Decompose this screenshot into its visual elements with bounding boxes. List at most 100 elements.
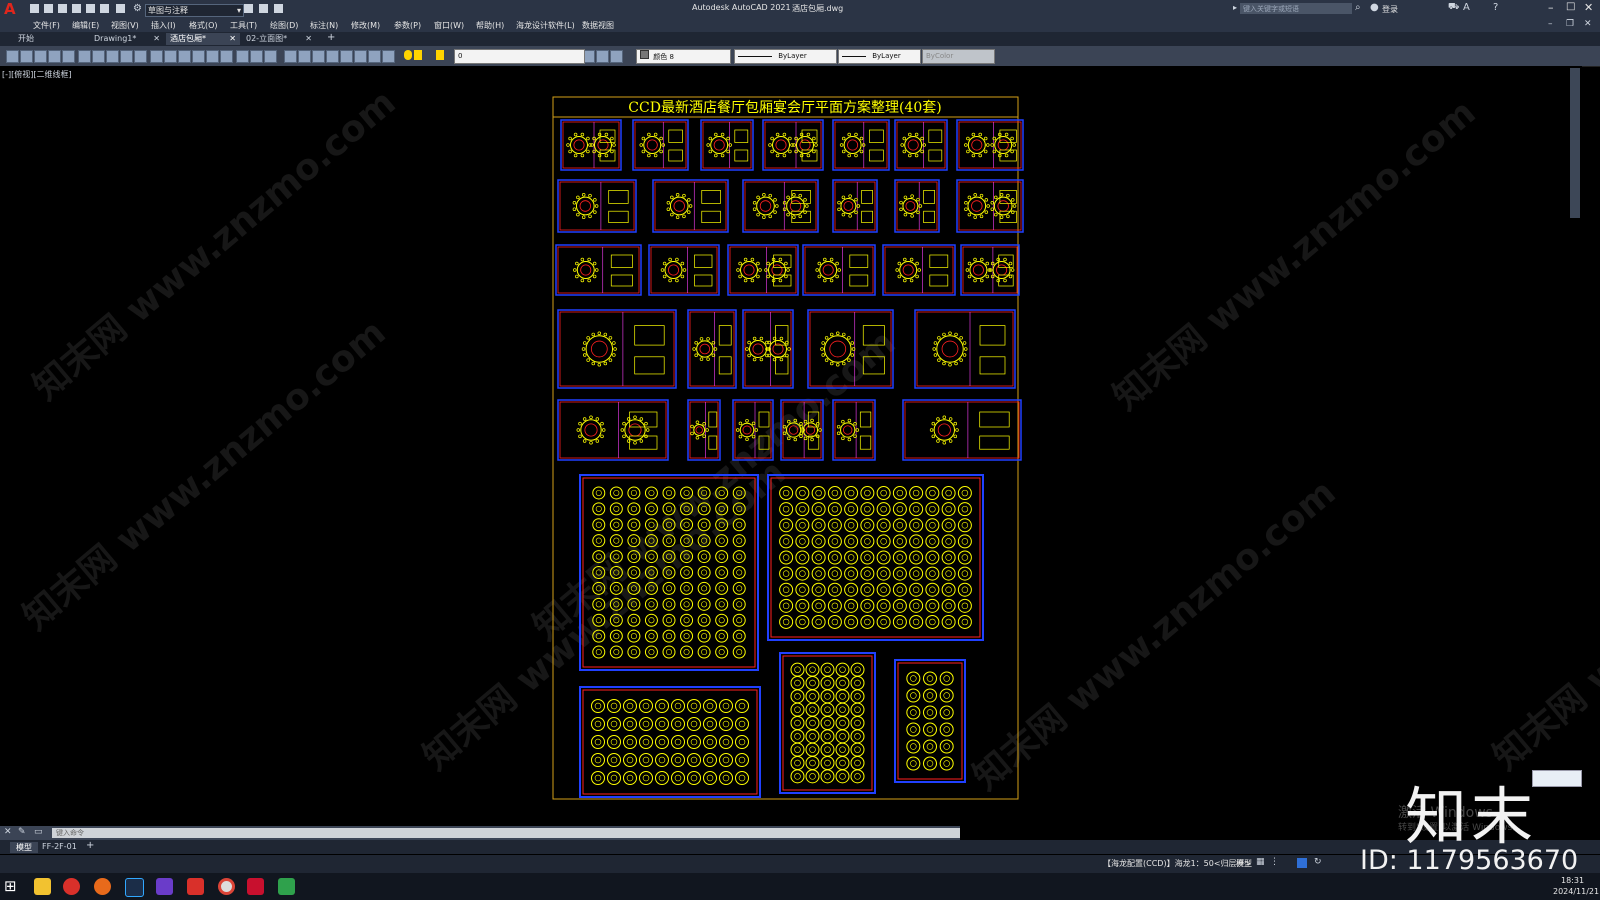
wps-icon[interactable] [63, 878, 80, 895]
quick-access-publish-icon[interactable] [259, 4, 268, 13]
toolbar-tool-icon[interactable] [120, 50, 133, 63]
toolbar-tool-icon[interactable] [150, 50, 163, 63]
grid-icon[interactable]: ▦ [1256, 857, 1265, 867]
toolbar-tool-icon[interactable] [92, 50, 105, 63]
new-tab-button[interactable]: + [327, 32, 335, 43]
toolbar-tool-icon[interactable] [610, 50, 623, 63]
snap-icon[interactable]: ⋮ [1270, 857, 1279, 867]
toolbar-tool-icon[interactable] [6, 50, 19, 63]
toolbar-tool-icon[interactable] [250, 50, 263, 63]
viewport-controls[interactable]: [-][俯视][二维线框] [2, 69, 72, 80]
toolbar-tool-icon[interactable] [220, 50, 233, 63]
quick-access-undo-icon[interactable] [100, 4, 109, 13]
search-expand-icon[interactable]: ▸ [1233, 3, 1237, 12]
new-layout-button[interactable]: + [86, 840, 94, 851]
toolbar-tool-icon[interactable] [298, 50, 311, 63]
chrome-icon[interactable] [218, 878, 235, 895]
linetype-select[interactable]: ByLayer [734, 49, 837, 64]
photoshop-icon[interactable] [125, 878, 144, 897]
command-history-icon[interactable]: ▭ [34, 827, 43, 837]
menu-item-parametric[interactable]: 参数(P) [394, 20, 421, 31]
app-icon[interactable] [156, 878, 173, 895]
polar-icon[interactable]: ↻ [1314, 857, 1322, 867]
toolbar-tool-icon[interactable] [106, 50, 119, 63]
search-icon[interactable]: ⌕ [1355, 2, 1361, 13]
login-link[interactable]: 登录 [1382, 4, 1398, 15]
navigation-bar-panel[interactable] [1570, 68, 1580, 218]
quick-access-new-icon[interactable] [30, 4, 39, 13]
quick-access-open-icon[interactable] [44, 4, 53, 13]
menu-item-modify[interactable]: 修改(M) [351, 20, 380, 31]
close-icon[interactable]: ✕ [1584, 1, 1593, 14]
tab-elevation[interactable]: 02-立面图* ✕ [242, 33, 316, 45]
toolbar-tool-icon[interactable] [78, 50, 91, 63]
color-select[interactable]: 颜色 8 [636, 49, 731, 64]
autodesk-app-icon[interactable]: A [1463, 2, 1470, 13]
menu-item-hailong[interactable]: 海龙设计软件(L) [516, 20, 575, 31]
menu-item-window[interactable]: 窗口(W) [434, 20, 464, 31]
ortho-icon[interactable] [1297, 858, 1307, 868]
model-space-button[interactable]: 模型 [1236, 858, 1252, 869]
toolbar-tool-icon[interactable] [596, 50, 609, 63]
tab-drawing1[interactable]: Drawing1* ✕ [90, 33, 164, 45]
menu-item-file[interactable]: 文件(F) [33, 20, 60, 31]
toolbar-tool-icon[interactable] [134, 50, 147, 63]
toolbar-tool-icon[interactable] [264, 50, 277, 63]
toolbar-tool-icon[interactable] [48, 50, 61, 63]
tab-start[interactable]: 开始 [14, 33, 88, 45]
toolbar-tool-icon[interactable] [284, 50, 297, 63]
toolbar-tool-icon[interactable] [62, 50, 75, 63]
menu-item-edit[interactable]: 编辑(E) [72, 20, 99, 31]
toolbar-tool-icon[interactable] [178, 50, 191, 63]
menu-restore-icon[interactable]: ❐ [1566, 19, 1574, 29]
toolbar-tool-icon[interactable] [326, 50, 339, 63]
layer-select[interactable]: 0 [454, 49, 585, 64]
toolbar-tool-icon[interactable] [192, 50, 205, 63]
toolbar-tool-icon[interactable] [164, 50, 177, 63]
lineweight-select[interactable]: ByLayer [838, 49, 921, 64]
cart-icon[interactable]: ⛟ [1448, 2, 1459, 13]
quick-access-save-icon[interactable] [58, 4, 67, 13]
toolbar-tool-icon[interactable] [368, 50, 381, 63]
toolbar-tool-icon[interactable] [206, 50, 219, 63]
menu-item-dataview[interactable]: 数据视图 [582, 20, 614, 31]
quick-access-plot-icon[interactable] [86, 4, 95, 13]
menu-item-tools[interactable]: 工具(T) [230, 20, 257, 31]
clock-date[interactable]: 2024/11/21 [1553, 887, 1599, 896]
workspace-select[interactable]: 草图与注释 ▾ [145, 4, 244, 17]
wechat-app-icon[interactable] [278, 878, 295, 895]
toolbar-tool-icon[interactable] [340, 50, 353, 63]
quick-access-print-icon[interactable] [116, 4, 125, 13]
command-input[interactable]: 键入命令 [52, 828, 960, 838]
toolbar-tool-icon[interactable] [20, 50, 33, 63]
plotstyle-select[interactable]: ByColor [922, 49, 995, 64]
toolbar-tool-icon[interactable] [354, 50, 367, 63]
toolbar-tool-icon[interactable] [382, 50, 395, 63]
wps-office-icon[interactable] [187, 878, 204, 895]
toolbar-tool-icon[interactable] [34, 50, 47, 63]
autocad-logo-icon[interactable]: A [4, 1, 18, 17]
menu-item-help[interactable]: 帮助(H) [476, 20, 504, 31]
layout-tab-model[interactable]: 模型 [10, 842, 38, 853]
menu-item-draw[interactable]: 绘图(D) [270, 20, 298, 31]
autocad-taskbar-icon[interactable] [247, 878, 264, 895]
menu-close-icon[interactable]: ✕ [1584, 19, 1592, 29]
tab-close-icon[interactable]: ✕ [153, 33, 160, 45]
windows-start-icon[interactable]: ⊞ [4, 877, 17, 895]
menu-item-dimension[interactable]: 标注(N) [310, 20, 338, 31]
menu-minimize-icon[interactable]: – [1548, 19, 1553, 29]
command-settings-icon[interactable]: ✎ [18, 827, 26, 837]
menu-item-insert[interactable]: 插入(I) [151, 20, 176, 31]
tab-close-icon[interactable]: ✕ [305, 33, 312, 45]
clock-time[interactable]: 18:31 [1561, 876, 1584, 885]
annotation-scale-text[interactable]: 【海龙配置(CCD)】海龙1：50<归层开> [1103, 858, 1251, 869]
file-explorer-icon[interactable] [34, 878, 51, 895]
tab-hotel-rooms[interactable]: 酒店包厢* ✕ [166, 33, 240, 45]
minimize-icon[interactable]: – [1548, 1, 1554, 14]
quick-access-saveas-icon[interactable] [72, 4, 81, 13]
menu-item-view[interactable]: 视图(V) [111, 20, 139, 31]
command-close-icon[interactable]: ✕ [4, 827, 12, 837]
firefox-icon[interactable] [94, 878, 111, 895]
help-icon[interactable]: ? [1493, 2, 1498, 13]
toolbar-tool-icon[interactable] [236, 50, 249, 63]
